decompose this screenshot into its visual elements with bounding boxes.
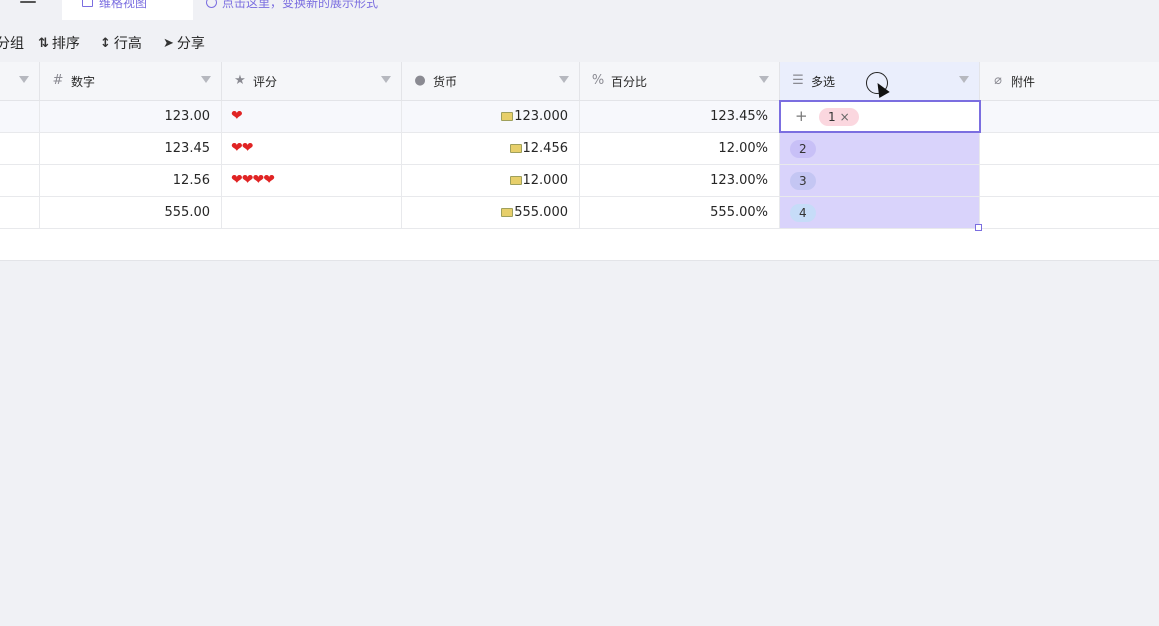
add-option-icon[interactable]: +: [795, 107, 808, 125]
column-header-first[interactable]: [0, 62, 40, 101]
column-menu-icon[interactable]: [759, 76, 769, 83]
currency-cell[interactable]: 555.000: [402, 197, 580, 228]
attachment-cell[interactable]: [980, 197, 1159, 228]
column-label: 数字: [71, 75, 96, 89]
rating-cell[interactable]: ❤: [222, 101, 402, 132]
sort-label: 排序: [51, 36, 80, 52]
multi-select-cell-active[interactable]: + 1 ×: [779, 100, 981, 133]
row-height-button[interactable]: ↕ 行高: [100, 33, 142, 53]
number-cell[interactable]: 123.00: [40, 101, 222, 132]
tab-more-icon[interactable]: ···: [160, 0, 174, 5]
percent-cell[interactable]: 555.00%: [580, 197, 780, 228]
data-grid: # 数字 ★ 评分 ● 货币 % 百分比 ☰ 多选 ⌀ 附件 123.00 ❤ …: [0, 62, 1159, 261]
column-header-currency[interactable]: ● 货币: [402, 62, 580, 101]
grid-view-icon: [82, 0, 93, 7]
attachment-cell[interactable]: [980, 101, 1159, 132]
multi-select-cell[interactable]: 2: [780, 133, 980, 164]
tab-grid-view[interactable]: 维格视图 ···: [62, 0, 193, 20]
table-row[interactable]: 123.45 ❤❤ 12.456 12.00% 2: [0, 133, 1159, 165]
tab-label: 维格视图: [99, 0, 148, 10]
column-menu-icon[interactable]: [19, 76, 29, 83]
currency-cell[interactable]: 12.456: [402, 133, 580, 164]
table-row[interactable]: 555.00 555.000 555.00% 4: [0, 197, 1159, 229]
option-tag[interactable]: 1 ×: [819, 108, 859, 126]
column-label: 百分比: [611, 75, 648, 89]
view-hint-text: 点击这里，变换新的展示形式: [222, 0, 379, 10]
money-icon: [509, 176, 522, 185]
multi-select-cell[interactable]: 4: [780, 197, 980, 228]
percent-icon: %: [591, 73, 605, 88]
money-bag-icon: ●: [414, 73, 426, 88]
percent-cell[interactable]: 123.00%: [580, 165, 780, 196]
rating-cell[interactable]: ❤❤❤❤: [222, 165, 402, 196]
row-index-cell[interactable]: [0, 133, 40, 164]
table-row[interactable]: 123.00 ❤ 123.000 123.45% + 1 ×: [0, 100, 1159, 133]
percent-cell[interactable]: 123.45%: [580, 101, 780, 132]
rating-cell[interactable]: [222, 197, 402, 228]
column-menu-icon[interactable]: [381, 76, 391, 83]
group-label: 分组: [0, 36, 24, 52]
sort-button[interactable]: ⇅ 排序: [38, 33, 80, 53]
tab-bar: 维格视图 ··· 点击这里，变换新的展示形式: [0, 0, 1159, 20]
currency-cell[interactable]: 123.000: [402, 101, 580, 132]
currency-cell[interactable]: 12.000: [402, 165, 580, 196]
share-icon: ➤: [163, 35, 174, 51]
currency-value: 12.000: [522, 173, 569, 188]
option-tag: 4: [790, 204, 816, 222]
add-row[interactable]: [0, 229, 1159, 261]
number-cell[interactable]: 123.45: [40, 133, 222, 164]
menu-icon[interactable]: [20, 0, 36, 8]
column-label: 多选: [811, 75, 836, 89]
row-height-icon: ↕: [100, 35, 111, 51]
table-row[interactable]: 12.56 ❤❤❤❤ 12.000 123.00% 3: [0, 165, 1159, 197]
column-header-number[interactable]: # 数字: [40, 62, 222, 101]
toolbar: 分组 ⇅ 排序 ↕ 行高 ➤ 分享: [0, 20, 1159, 62]
column-label: 货币: [433, 75, 458, 89]
option-tag: 3: [790, 172, 816, 190]
multi-select-cell[interactable]: 3: [780, 165, 980, 196]
money-icon: [501, 112, 514, 121]
row-index-cell[interactable]: [0, 101, 40, 132]
number-cell[interactable]: 555.00: [40, 197, 222, 228]
paperclip-icon: ⌀: [994, 73, 1002, 88]
row-index-cell[interactable]: [0, 165, 40, 196]
column-menu-icon[interactable]: [201, 76, 211, 83]
group-button[interactable]: 分组: [0, 33, 24, 53]
rating-cell[interactable]: ❤❤: [222, 133, 402, 164]
number-cell[interactable]: 12.56: [40, 165, 222, 196]
column-label: 评分: [253, 75, 278, 89]
column-menu-icon[interactable]: [559, 76, 569, 83]
option-tag: 2: [790, 140, 816, 158]
sort-icon: ⇅: [38, 35, 49, 51]
currency-value: 12.456: [522, 141, 569, 156]
share-button[interactable]: ➤ 分享: [163, 33, 205, 53]
option-tag-label: 1: [828, 110, 836, 124]
attachment-cell[interactable]: [980, 133, 1159, 164]
star-icon: ★: [234, 73, 246, 88]
fill-handle[interactable]: [975, 224, 982, 231]
hint-icon: [206, 0, 217, 8]
column-header-percent[interactable]: % 百分比: [580, 62, 780, 101]
row-index-cell[interactable]: [0, 197, 40, 228]
currency-value: 555.000: [514, 205, 568, 220]
money-icon: [509, 144, 522, 153]
percent-cell[interactable]: 12.00%: [580, 133, 780, 164]
column-header-attachment[interactable]: ⌀ 附件: [980, 62, 1159, 101]
currency-value: 123.000: [514, 109, 568, 124]
column-header-rating[interactable]: ★ 评分: [222, 62, 402, 101]
row-height-label: 行高: [113, 36, 142, 52]
remove-tag-icon[interactable]: ×: [840, 110, 850, 124]
view-hint-link[interactable]: 点击这里，变换新的展示形式: [206, 0, 378, 11]
attachment-cell[interactable]: [980, 165, 1159, 196]
column-menu-icon[interactable]: [959, 76, 969, 83]
money-icon: [501, 208, 514, 217]
hash-icon: #: [52, 73, 64, 88]
column-label: 附件: [1011, 75, 1036, 89]
share-label: 分享: [176, 36, 205, 52]
multi-select-icon: ☰: [792, 73, 804, 88]
